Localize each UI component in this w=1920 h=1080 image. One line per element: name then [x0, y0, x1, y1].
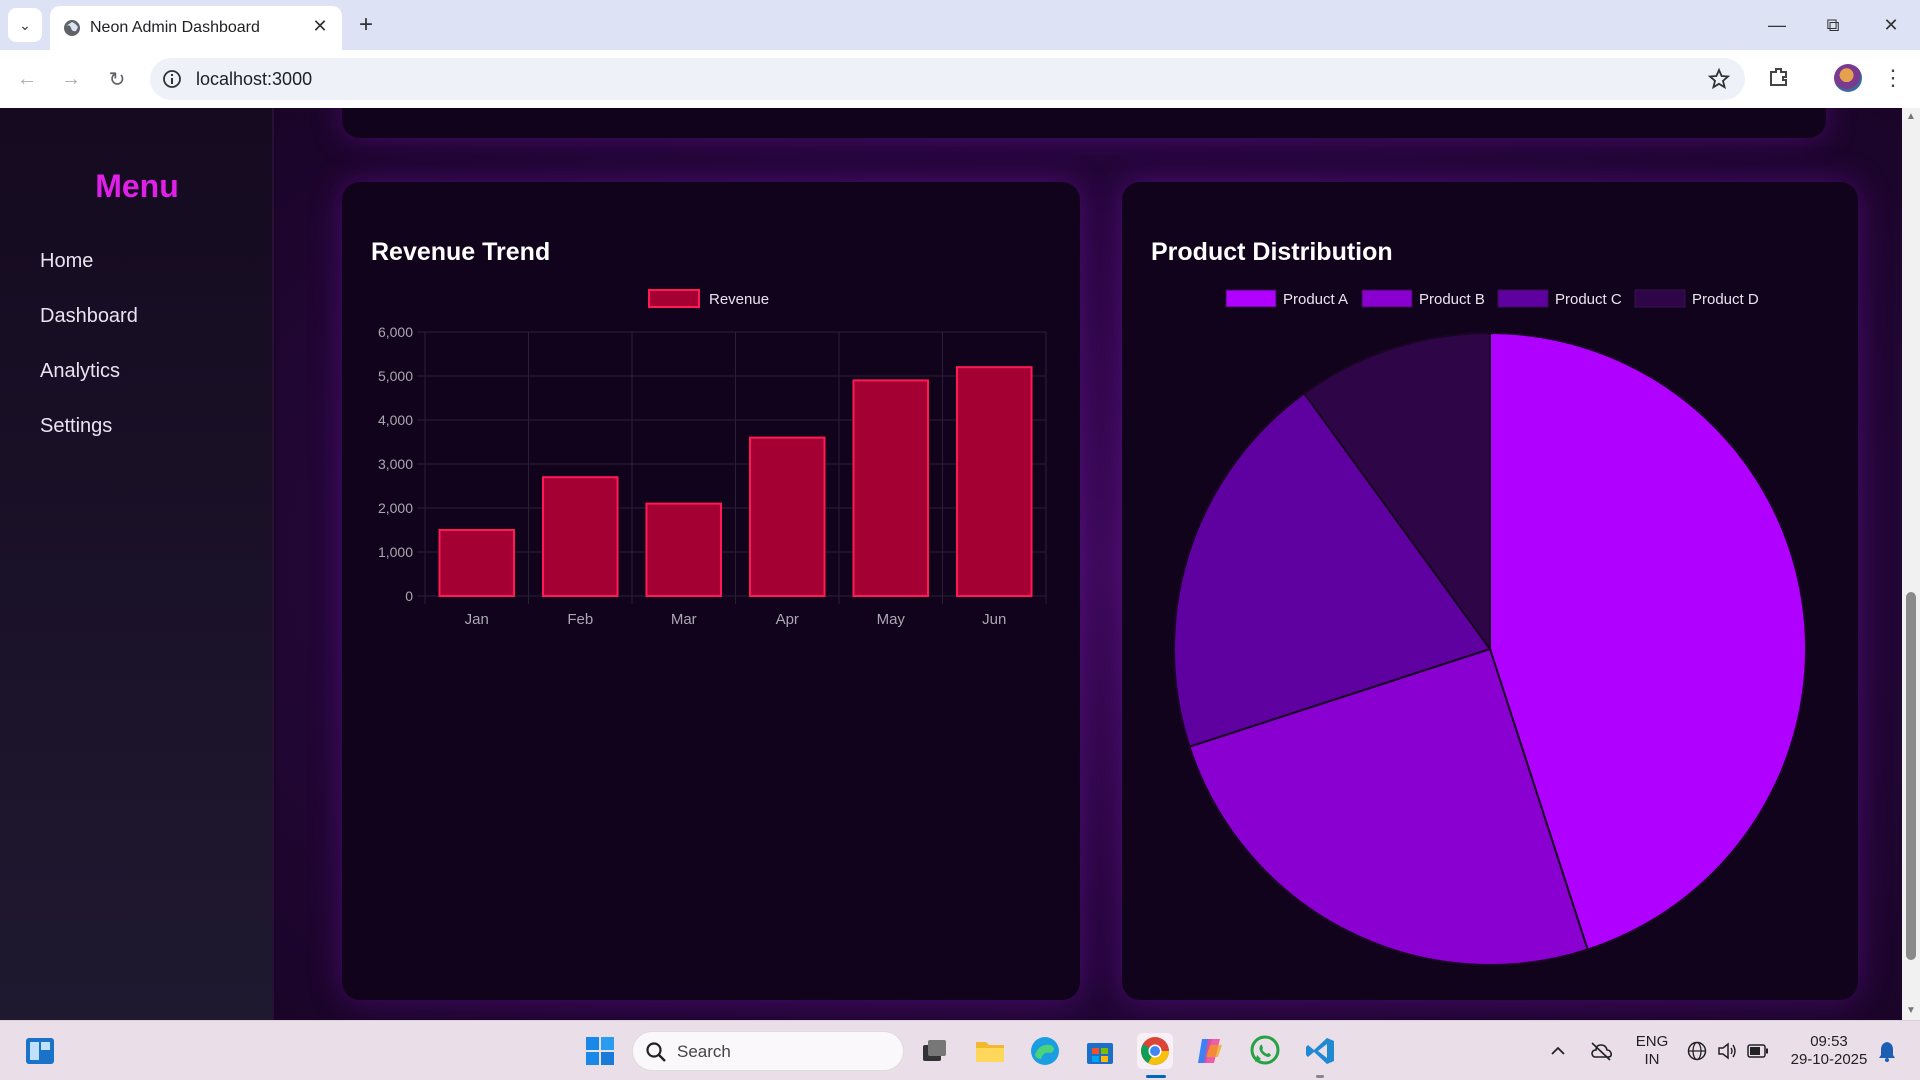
- search-placeholder: Search: [677, 1042, 731, 1061]
- revenue-trend-card: Revenue Trend 0 1,000 2,000 3,000 4,000 5,000…: [342, 182, 1080, 1000]
- lang-code: ENG: [1635, 1033, 1669, 1050]
- profile-avatar[interactable]: [1834, 64, 1862, 92]
- clock-date: 29-10-2025: [1790, 1051, 1868, 1068]
- x-tick-label: Apr: [776, 611, 799, 628]
- legend-swatch-revenue[interactable]: [648, 289, 700, 308]
- forward-icon[interactable]: →: [56, 64, 86, 94]
- y-tick-label: 4,000: [378, 412, 413, 428]
- whatsapp-icon[interactable]: [1247, 1033, 1283, 1069]
- y-tick-label: 5,000: [378, 368, 413, 384]
- taskbar: Search ENG IN 09:53 29-10-2025: [0, 1020, 1920, 1080]
- bar-jun[interactable]: [955, 366, 1033, 597]
- legend-swatch-product-a[interactable]: [1225, 289, 1277, 308]
- scroll-thumb[interactable]: [1906, 592, 1916, 960]
- tab-strip: ⌄ Neon Admin Dashboard ✕ + — ⧉ ✕: [0, 0, 1920, 50]
- tab-title: Neon Admin Dashboard: [90, 19, 260, 36]
- scroll-up-icon[interactable]: ▲: [1906, 112, 1916, 122]
- edge-icon[interactable]: [1027, 1033, 1063, 1069]
- legend-swatch-product-c[interactable]: [1497, 289, 1549, 308]
- chrome-icon[interactable]: [1137, 1033, 1173, 1069]
- y-tick-label: 3,000: [378, 456, 413, 472]
- url-text: localhost:3000: [196, 69, 313, 89]
- legend-swatch-product-b[interactable]: [1361, 289, 1413, 308]
- store-icon[interactable]: [1082, 1033, 1118, 1069]
- task-view-icon[interactable]: [916, 1033, 952, 1069]
- browser-tab[interactable]: Neon Admin Dashboard ✕: [50, 6, 342, 50]
- restore-icon[interactable]: ⧉: [1818, 10, 1848, 40]
- notification-bell-icon[interactable]: [1872, 1033, 1902, 1069]
- bar-jan[interactable]: [438, 529, 516, 597]
- legend-label-revenue[interactable]: Revenue: [709, 291, 769, 308]
- sidebar-item-home[interactable]: Home: [40, 250, 93, 273]
- legend-label-product-b[interactable]: Product B: [1419, 291, 1485, 308]
- running-app-indicator: [1316, 1075, 1324, 1078]
- x-tick-label: Jan: [465, 611, 489, 628]
- page-viewport: Menu Home Dashboard Analytics Settings R…: [0, 108, 1902, 1020]
- y-tick-label: 1,000: [378, 544, 413, 560]
- back-icon[interactable]: ←: [12, 64, 42, 94]
- close-tab-icon[interactable]: ✕: [308, 14, 332, 38]
- y-tick-label: 6,000: [378, 324, 413, 340]
- x-tick-label: May: [877, 611, 906, 628]
- reload-icon[interactable]: ↻: [102, 64, 132, 94]
- language-indicator[interactable]: ENG IN: [1630, 1033, 1674, 1069]
- close-window-icon[interactable]: ✕: [1876, 10, 1906, 40]
- tab-search-button[interactable]: ⌄: [8, 8, 42, 42]
- bar-feb[interactable]: [541, 476, 619, 598]
- tray-overflow-icon[interactable]: [1544, 1033, 1572, 1069]
- bar-apr[interactable]: [748, 436, 826, 597]
- bookmark-star-icon[interactable]: [1707, 67, 1731, 91]
- bar-mar[interactable]: [645, 502, 723, 598]
- browser-toolbar: ← → ↻ localhost:3000 ⋮: [0, 50, 1920, 108]
- sidebar-item-dashboard[interactable]: Dashboard: [40, 305, 138, 328]
- network-icon[interactable]: [1684, 1033, 1710, 1069]
- x-tick-label: Mar: [671, 611, 697, 628]
- taskbar-search[interactable]: Search: [632, 1031, 904, 1071]
- lang-region: IN: [1644, 1051, 1660, 1068]
- volume-icon[interactable]: [1714, 1033, 1740, 1069]
- sidebar-item-analytics[interactable]: Analytics: [40, 360, 120, 383]
- sidebar: Menu Home Dashboard Analytics Settings: [0, 108, 274, 1020]
- file-explorer-icon[interactable]: [972, 1033, 1008, 1069]
- start-icon[interactable]: [582, 1033, 618, 1069]
- page-scrollbar[interactable]: ▲ ▼: [1902, 108, 1920, 1020]
- product-pie-chart: Product A Product B Product C Product D: [1173, 289, 1807, 966]
- legend-label-product-d[interactable]: Product D: [1692, 291, 1759, 308]
- y-tick-label: 2,000: [378, 500, 413, 516]
- more-menu-icon[interactable]: ⋮: [1880, 64, 1906, 92]
- previous-card: [342, 108, 1826, 138]
- product-distribution-card: Product Distribution Product A Product BP…: [1122, 182, 1858, 1000]
- x-tick-label: Feb: [567, 611, 593, 628]
- main-content: Revenue Trend 0 1,000 2,000 3,000 4,000 5,000…: [276, 108, 1902, 1020]
- clock[interactable]: 09:53 29-10-2025: [1782, 1033, 1876, 1069]
- address-bar[interactable]: localhost:3000: [150, 58, 1745, 100]
- new-tab-button[interactable]: +: [352, 11, 380, 39]
- clock-time: 09:53: [1810, 1033, 1848, 1050]
- copilot-icon[interactable]: [1192, 1033, 1228, 1069]
- battery-icon[interactable]: [1744, 1033, 1772, 1069]
- cloud-sync-icon[interactable]: [1586, 1033, 1616, 1069]
- y-tick-label: 0: [405, 588, 413, 604]
- active-app-indicator: [1146, 1075, 1166, 1078]
- bar-may[interactable]: [852, 379, 930, 597]
- revenue-bar-chart: 0 1,000 2,000 3,000 4,000 5,000 6,000 Jan Feb Mar…: [378, 289, 1047, 628]
- sidebar-item-settings[interactable]: Settings: [40, 415, 112, 438]
- widgets-icon[interactable]: [22, 1033, 58, 1069]
- globe-icon: [64, 20, 80, 36]
- minimize-icon[interactable]: —: [1762, 10, 1792, 40]
- extensions-icon[interactable]: [1766, 64, 1792, 90]
- site-info-icon[interactable]: [162, 69, 182, 89]
- scroll-down-icon[interactable]: ▼: [1906, 1006, 1916, 1016]
- x-tick-label: Jun: [982, 611, 1006, 628]
- search-icon: [646, 1042, 666, 1062]
- legend-label-product-a[interactable]: Product A: [1283, 291, 1348, 308]
- legend-label-product-c[interactable]: Product C: [1555, 291, 1622, 308]
- vscode-icon[interactable]: [1302, 1033, 1338, 1069]
- legend-swatch-product-d[interactable]: [1634, 289, 1686, 308]
- chevron-down-icon: ⌄: [19, 16, 31, 33]
- sidebar-title: Menu: [95, 168, 179, 204]
